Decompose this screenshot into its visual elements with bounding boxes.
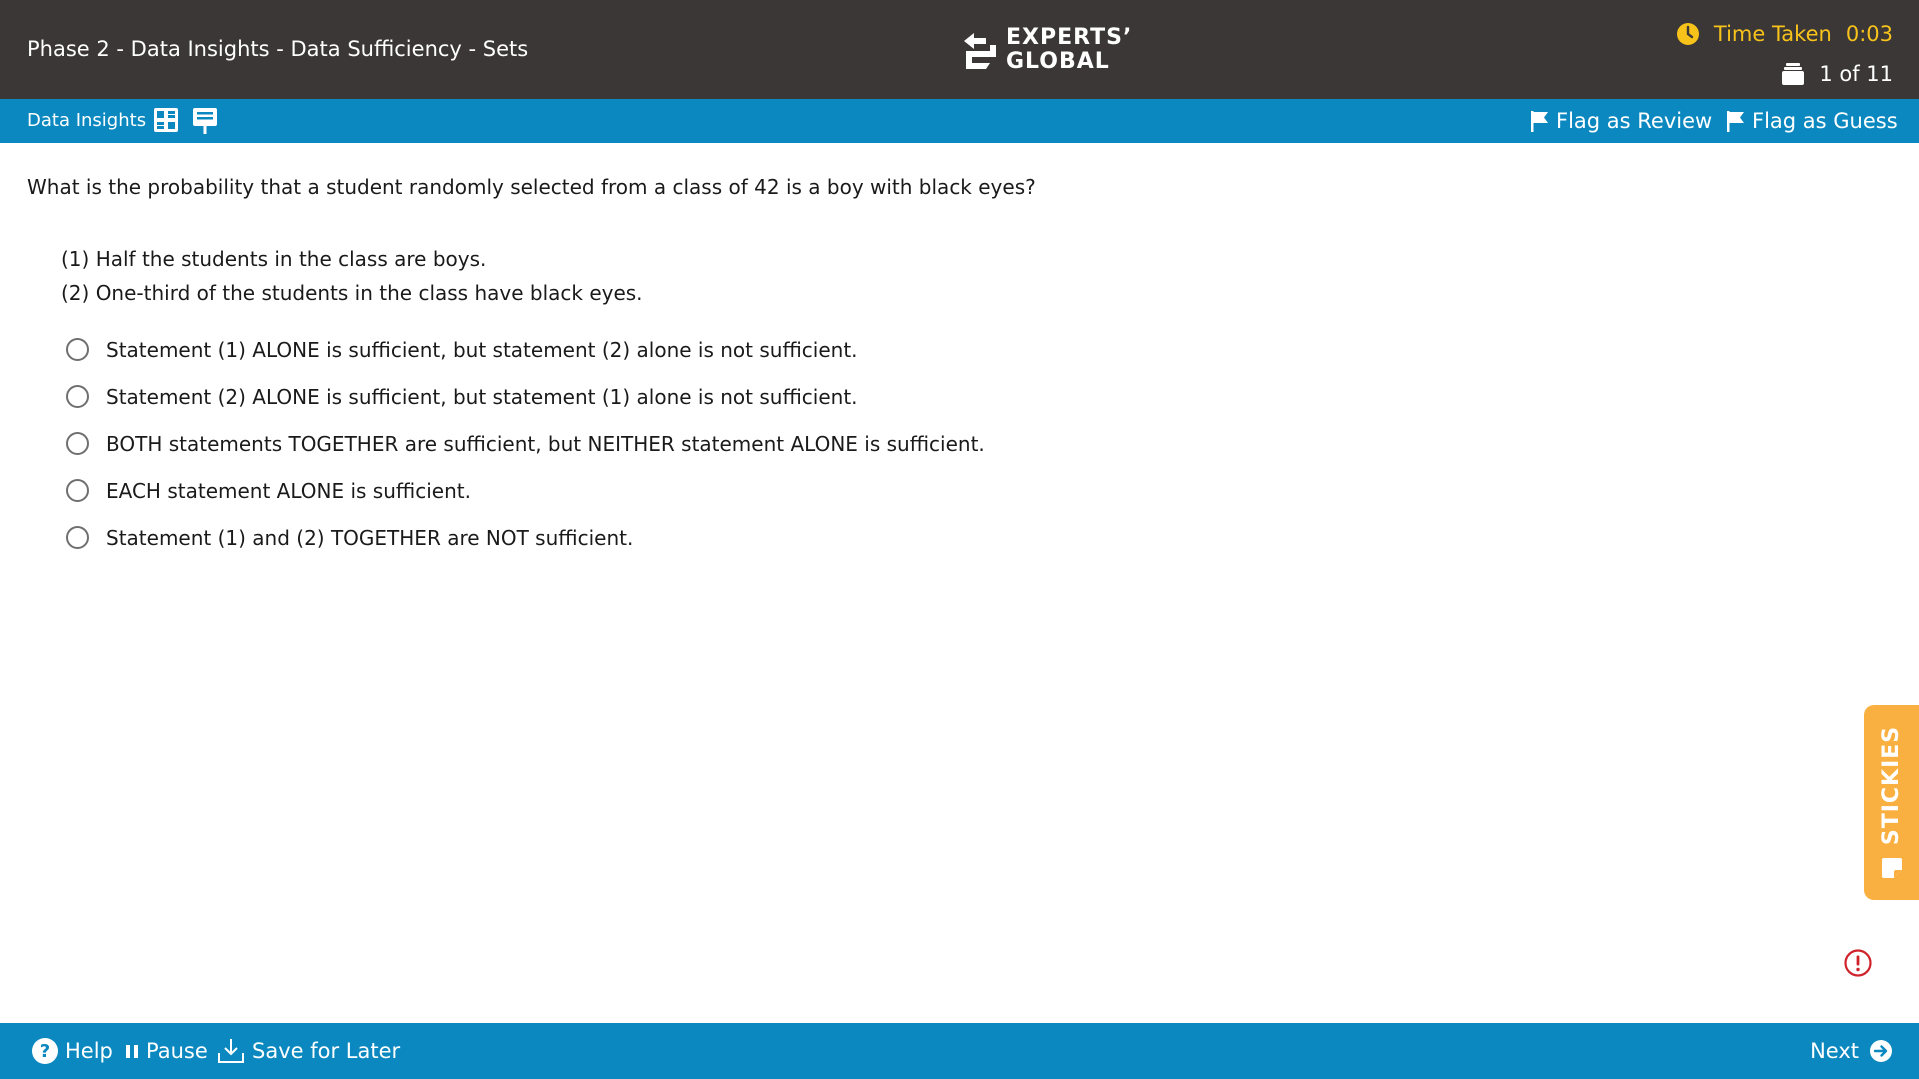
question-progress: 1 of 11 bbox=[1781, 62, 1893, 86]
flag-as-guess-label: Flag as Guess bbox=[1752, 109, 1898, 133]
help-label: Help bbox=[65, 1039, 113, 1063]
flag-icon bbox=[1531, 111, 1548, 132]
answer-option-e[interactable]: Statement (1) and (2) TOGETHER are NOT s… bbox=[66, 514, 985, 561]
logo-text: EXPERTS’ GLOBAL bbox=[1006, 26, 1132, 74]
flag-as-review-button[interactable]: Flag as Review bbox=[1530, 108, 1712, 134]
question-stem: What is the probability that a student r… bbox=[27, 175, 1036, 199]
answer-option-label: Statement (2) ALONE is sufficient, but s… bbox=[106, 384, 858, 409]
radio-button[interactable] bbox=[66, 338, 89, 361]
logo-line-1: EXPERTS’ bbox=[1006, 25, 1133, 50]
bottom-toolbar: ? Help Pause Save for Later Next bbox=[0, 1023, 1919, 1079]
statement-2: (2) One-third of the students in the cla… bbox=[61, 281, 643, 305]
radio-button[interactable] bbox=[66, 526, 89, 549]
statements-list: (1) Half the students in the class are b… bbox=[61, 242, 643, 310]
time-taken-value: 0:03 bbox=[1845, 22, 1893, 46]
flag-as-guess-button[interactable]: Flag as Guess bbox=[1726, 108, 1898, 134]
time-taken: Time Taken 0:03 bbox=[1676, 22, 1893, 46]
experts-global-logo: EXPERTS’ GLOBAL bbox=[960, 26, 1132, 74]
time-taken-label: Time Taken bbox=[1713, 22, 1832, 46]
page-title: Phase 2 - Data Insights - Data Sufficien… bbox=[27, 37, 529, 61]
statement-1: (1) Half the students in the class are b… bbox=[61, 247, 487, 271]
grid-icon[interactable] bbox=[153, 107, 179, 133]
answer-option-label: EACH statement ALONE is sufficient. bbox=[106, 478, 471, 503]
logo-line-2: GLOBAL bbox=[1006, 49, 1110, 74]
report-error-icon[interactable] bbox=[1843, 948, 1873, 978]
answer-option-label: Statement (1) and (2) TOGETHER are NOT s… bbox=[106, 525, 634, 550]
answer-option-c[interactable]: BOTH statements TOGETHER are sufficient,… bbox=[66, 420, 985, 467]
answer-option-label: BOTH statements TOGETHER are sufficient,… bbox=[106, 431, 985, 456]
pause-button[interactable]: Pause bbox=[124, 1037, 208, 1065]
help-button[interactable]: ? Help bbox=[31, 1037, 113, 1065]
radio-button[interactable] bbox=[66, 432, 89, 455]
progress-text: 1 of 11 bbox=[1819, 62, 1893, 86]
radio-button[interactable] bbox=[66, 479, 89, 502]
answer-option-d[interactable]: EACH statement ALONE is sufficient. bbox=[66, 467, 985, 514]
next-button[interactable]: Next bbox=[1810, 1037, 1893, 1065]
flag-as-review-label: Flag as Review bbox=[1556, 109, 1713, 133]
stickies-tab[interactable]: STICKIES bbox=[1864, 705, 1919, 900]
arrow-right-circle-icon bbox=[1870, 1040, 1892, 1062]
sticky-note-icon bbox=[1882, 858, 1902, 878]
answer-options: Statement (1) ALONE is sufficient, but s… bbox=[66, 326, 985, 561]
stickies-label: STICKIES bbox=[1879, 725, 1905, 845]
stickies-label-wrap: STICKIES bbox=[1878, 725, 1906, 845]
answer-option-b[interactable]: Statement (2) ALONE is sufficient, but s… bbox=[66, 373, 985, 420]
top-header: Phase 2 - Data Insights - Data Sufficien… bbox=[0, 0, 1919, 99]
help-icon: ? bbox=[32, 1038, 58, 1064]
section-bar: Data Insights Flag as Review Flag as Gue… bbox=[0, 99, 1919, 143]
answer-option-a[interactable]: Statement (1) ALONE is sufficient, but s… bbox=[66, 326, 985, 373]
save-for-later-button[interactable]: Save for Later bbox=[216, 1037, 400, 1065]
whiteboard-icon[interactable] bbox=[192, 107, 218, 135]
next-label: Next bbox=[1810, 1039, 1859, 1063]
flag-icon bbox=[1727, 111, 1744, 132]
section-label: Data Insights bbox=[27, 110, 147, 131]
clock-icon bbox=[1676, 23, 1699, 45]
save-for-later-label: Save for Later bbox=[252, 1039, 401, 1063]
download-icon bbox=[218, 1039, 244, 1063]
svg-text:?: ? bbox=[40, 1041, 50, 1062]
pause-icon bbox=[126, 1045, 138, 1058]
pause-label: Pause bbox=[146, 1039, 208, 1063]
answer-option-label: Statement (1) ALONE is sufficient, but s… bbox=[106, 337, 858, 362]
logo-mark-icon bbox=[964, 33, 996, 69]
stack-icon bbox=[1782, 63, 1805, 85]
radio-button[interactable] bbox=[66, 385, 89, 408]
